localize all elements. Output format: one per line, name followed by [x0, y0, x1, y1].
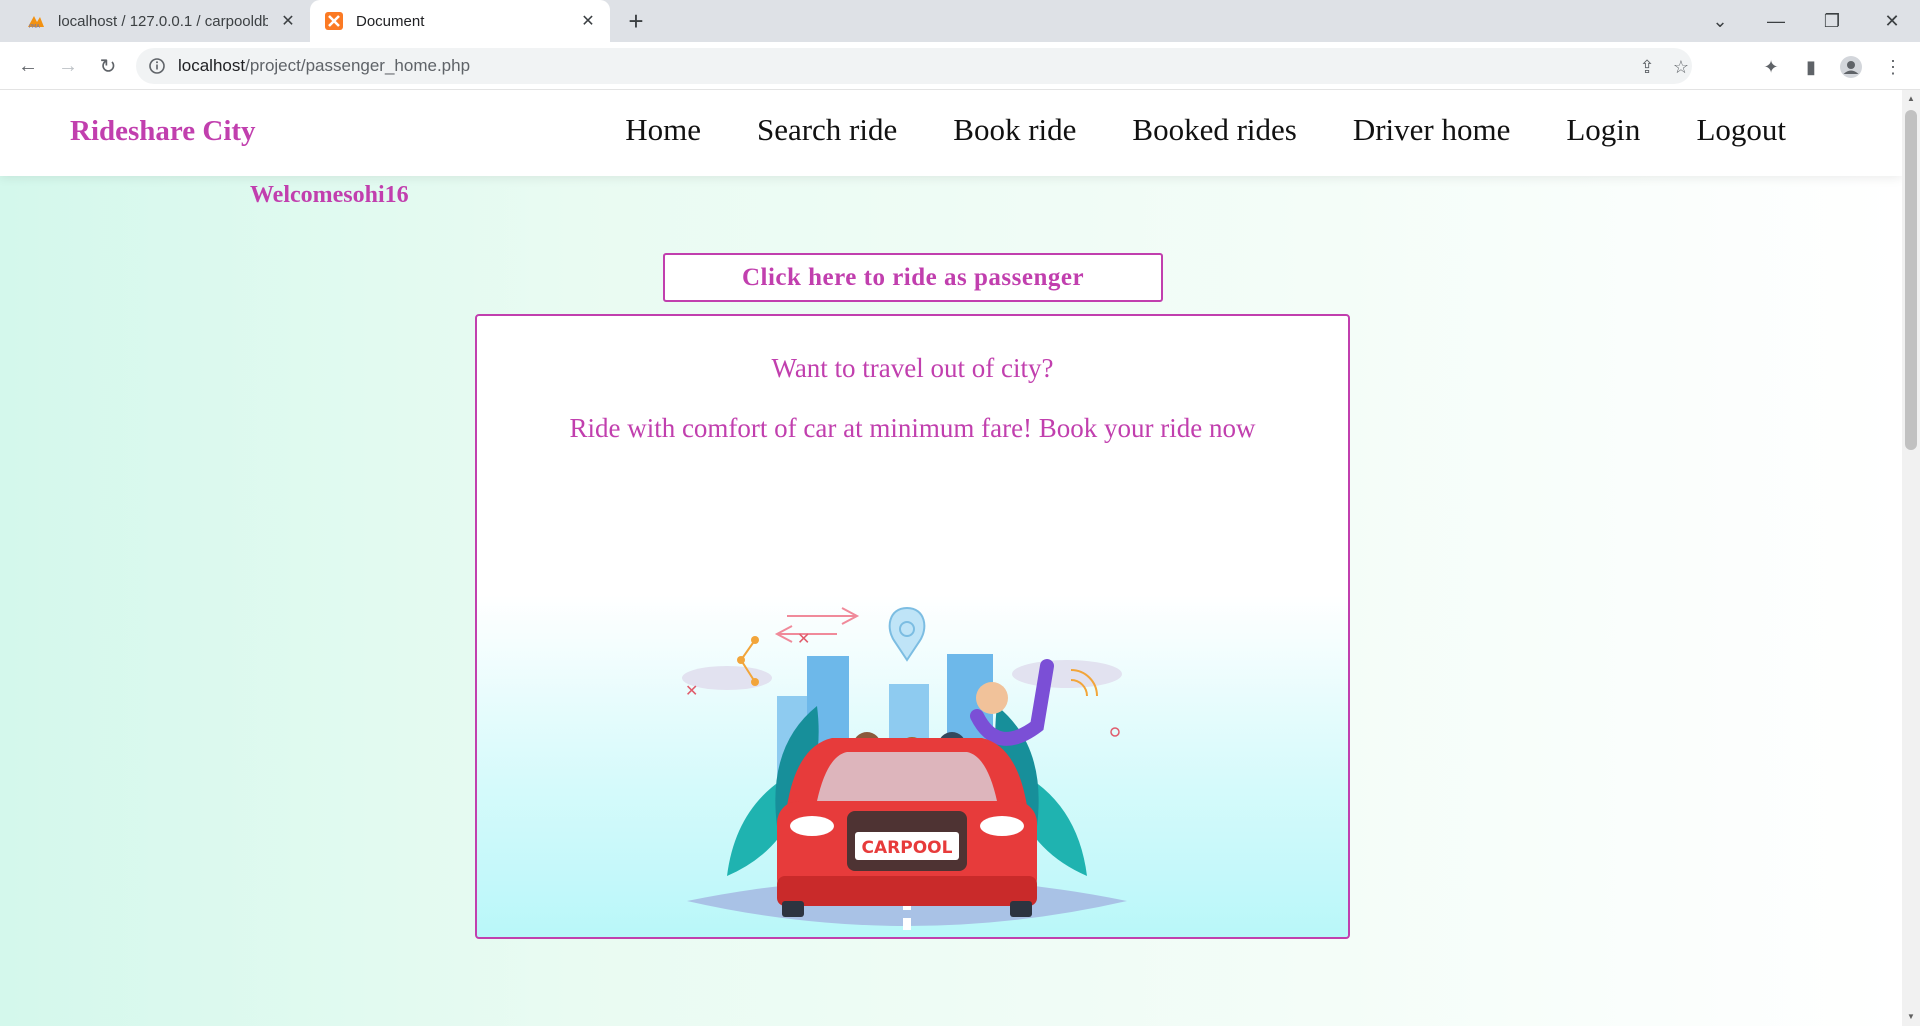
browser-tab-strip: PMA localhost / 127.0.0.1 / carpooldb ✕ … — [0, 0, 1920, 42]
menu-kebab-icon[interactable]: ⋮ — [1882, 56, 1904, 78]
phpmyadmin-icon: PMA — [26, 11, 46, 31]
promo-heading: Want to travel out of city? — [771, 353, 1054, 383]
promo-subheading: Ride with comfort of car at minimum fare… — [569, 413, 1256, 443]
url-path: /project/passenger_home.php — [245, 56, 471, 75]
nav-link-book-ride[interactable]: Book ride — [953, 112, 1076, 148]
nav-link-driver-home[interactable]: Driver home — [1353, 112, 1511, 148]
page-viewport: Rideshare City Home Search ride Book rid… — [0, 90, 1902, 1026]
site-nav: Home Search ride Book ride Booked rides … — [625, 112, 1786, 148]
nav-link-home[interactable]: Home — [625, 112, 701, 148]
tab-search-icon[interactable]: ⌄ — [1692, 0, 1748, 42]
nav-link-search-ride[interactable]: Search ride — [757, 112, 897, 148]
passenger-head — [976, 682, 1008, 714]
xampp-icon — [324, 11, 344, 31]
welcome-text: Welcomesohi16 — [250, 182, 409, 208]
new-tab-button[interactable]: + — [622, 8, 650, 36]
cloud-shape — [1012, 660, 1122, 688]
cross-decoration: ✕ — [797, 629, 810, 648]
reload-icon[interactable]: ↻ — [94, 52, 122, 80]
nav-link-logout[interactable]: Logout — [1696, 112, 1786, 148]
cross-decoration: ✕ — [685, 681, 698, 700]
site-info-icon[interactable] — [148, 57, 166, 75]
restore-icon[interactable]: ❐ — [1804, 0, 1860, 42]
url-host: localhost — [178, 56, 246, 75]
map-pin-icon — [888, 606, 926, 662]
arrows-icon — [774, 607, 860, 643]
nav-link-booked-rides[interactable]: Booked rides — [1132, 112, 1296, 148]
ride-as-passenger-button[interactable]: Click here to ride as passenger — [663, 253, 1163, 302]
extensions-icon[interactable]: ✦ — [1760, 56, 1782, 78]
page-scrollbar[interactable]: ▲ ▼ — [1902, 90, 1920, 1026]
close-tab-icon[interactable]: ✕ — [578, 11, 598, 31]
close-tab-icon[interactable]: ✕ — [278, 11, 298, 31]
minimize-icon[interactable]: — — [1748, 0, 1804, 42]
promo-card: Want to travel out of city? Ride with co… — [475, 314, 1350, 939]
carpool-illustration: ✕ ✕ CARPOOL — [682, 606, 1127, 930]
browser-tab-phpmyadmin[interactable]: PMA localhost / 127.0.0.1 / carpooldb ✕ — [10, 0, 310, 42]
close-window-icon[interactable]: ✕ — [1864, 0, 1920, 42]
forward-arrow-icon[interactable]: → — [54, 52, 82, 80]
scroll-up-arrow-icon[interactable]: ▲ — [1906, 94, 1916, 104]
nav-link-login[interactable]: Login — [1566, 112, 1640, 148]
browser-tab-document[interactable]: Document ✕ — [310, 0, 610, 42]
site-navbar: Rideshare City Home Search ride Book rid… — [0, 90, 1902, 176]
browser-toolbar: ← → ↻ localhost/project/passenger_home.p… — [0, 42, 1920, 90]
tab-title: localhost / 127.0.0.1 / carpooldb — [58, 12, 268, 30]
address-bar[interactable]: localhost/project/passenger_home.php ⇪ ☆ — [136, 48, 1692, 84]
site-brand[interactable]: Rideshare City — [70, 115, 256, 148]
plate-text: CARPOOL — [862, 838, 953, 858]
scrollbar-thumb[interactable] — [1905, 110, 1917, 450]
back-arrow-icon[interactable]: ← — [14, 52, 42, 80]
svg-text:PMA: PMA — [29, 24, 40, 29]
share-icon[interactable]: ⇪ — [1636, 56, 1658, 78]
tab-title: Document — [356, 12, 425, 30]
side-panel-icon[interactable]: ▮ — [1800, 56, 1822, 78]
profile-avatar-icon[interactable] — [1840, 56, 1862, 78]
url-text[interactable]: localhost/project/passenger_home.php — [178, 56, 470, 76]
bookmark-star-icon[interactable]: ☆ — [1670, 56, 1692, 78]
scroll-down-arrow-icon[interactable]: ▼ — [1906, 1012, 1916, 1022]
